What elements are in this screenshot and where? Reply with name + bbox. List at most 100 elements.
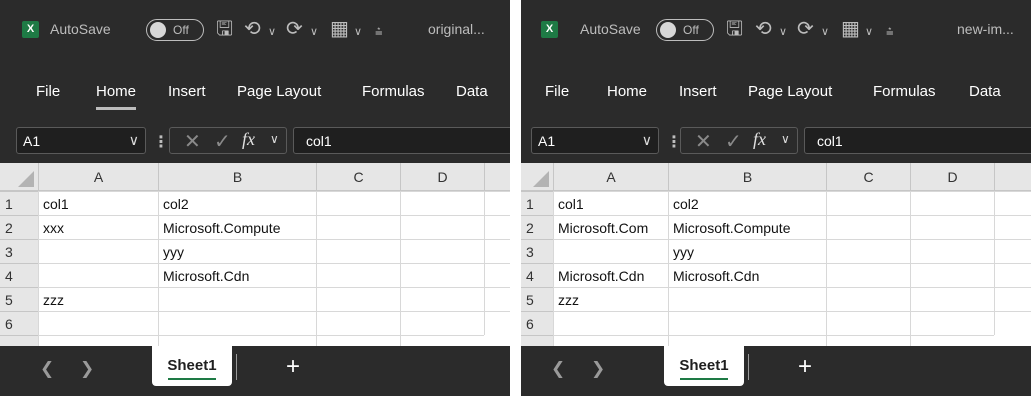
cell-d1[interactable] <box>400 191 484 215</box>
cell-a1[interactable]: col1 <box>553 191 668 215</box>
column-header-d[interactable]: D <box>910 163 994 191</box>
cell-b3[interactable]: yyy <box>158 239 316 263</box>
cell-d5[interactable] <box>400 287 484 311</box>
cell-d3[interactable] <box>910 239 994 263</box>
row-header-3[interactable]: 3 <box>0 239 38 263</box>
cell-a3[interactable] <box>553 239 668 263</box>
row-header-2[interactable]: 2 <box>0 215 38 239</box>
tab-home[interactable]: Home <box>607 83 647 100</box>
cell-c6[interactable] <box>826 311 910 335</box>
redo-icon[interactable]: ⟳ <box>797 17 814 41</box>
cell-d7[interactable] <box>910 335 994 346</box>
cell-d5[interactable] <box>910 287 994 311</box>
tab-data[interactable]: Data <box>969 83 1001 100</box>
chevron-down-icon[interactable]: ∨ <box>642 132 652 149</box>
row-header-1[interactable]: 1 <box>521 191 553 215</box>
row-header-6[interactable]: 6 <box>0 311 38 335</box>
cell-e3[interactable] <box>994 239 1031 263</box>
insert-function-icon[interactable]: fx <box>753 129 766 150</box>
cell-a4[interactable] <box>38 263 158 287</box>
tab-formulas[interactable]: Formulas <box>873 83 936 100</box>
cell-a4[interactable]: Microsoft.Cdn <box>553 263 668 287</box>
table-dropdown-icon[interactable]: ∨ <box>354 20 362 44</box>
insert-function-icon[interactable]: fx <box>242 129 255 150</box>
cell-c5[interactable] <box>826 287 910 311</box>
cell-b1[interactable]: col2 <box>668 191 826 215</box>
tab-page-layout[interactable]: Page Layout <box>237 83 321 100</box>
row-header-5[interactable]: 5 <box>0 287 38 311</box>
name-box[interactable]: A1 ∨ <box>16 127 146 154</box>
column-header-c[interactable]: C <box>316 163 400 191</box>
column-header-b[interactable]: B <box>668 163 826 191</box>
cell-c3[interactable] <box>316 239 400 263</box>
cell-e2[interactable] <box>484 215 510 239</box>
cell-c7[interactable] <box>826 335 910 346</box>
cell-b5[interactable] <box>158 287 316 311</box>
row-header-7[interactable] <box>0 335 38 346</box>
cell-d2[interactable] <box>910 215 994 239</box>
row-header-6[interactable]: 6 <box>521 311 553 335</box>
cell-c4[interactable] <box>826 263 910 287</box>
cell-c3[interactable] <box>826 239 910 263</box>
formula-input[interactable]: col1 <box>804 127 1031 154</box>
cell-b6[interactable] <box>158 311 316 335</box>
undo-dropdown-icon[interactable]: ∨ <box>779 20 787 44</box>
formula-input[interactable]: col1 <box>293 127 510 154</box>
sheet-tab-sheet1[interactable]: Sheet1 <box>152 346 232 386</box>
cell-d4[interactable] <box>910 263 994 287</box>
cell-c6[interactable] <box>316 311 400 335</box>
column-header-a[interactable]: A <box>38 163 158 191</box>
row-header-1[interactable]: 1 <box>0 191 38 215</box>
cell-b2[interactable]: Microsoft.Compute <box>158 215 316 239</box>
cell-a6[interactable] <box>553 311 668 335</box>
column-header-b[interactable]: B <box>158 163 316 191</box>
cell-a2[interactable]: Microsoft.Com <box>553 215 668 239</box>
cell-c7[interactable] <box>316 335 400 346</box>
cell-c2[interactable] <box>826 215 910 239</box>
add-sheet-icon[interactable]: + <box>286 353 300 381</box>
cell-e6[interactable] <box>484 311 510 335</box>
autosave-toggle[interactable]: Off <box>656 19 714 41</box>
cell-c4[interactable] <box>316 263 400 287</box>
cell-c2[interactable] <box>316 215 400 239</box>
cell-a5[interactable]: zzz <box>553 287 668 311</box>
enter-icon[interactable]: ✓ <box>214 129 231 154</box>
enter-icon[interactable]: ✓ <box>725 129 742 154</box>
undo-dropdown-icon[interactable]: ∨ <box>268 20 276 44</box>
cell-d2[interactable] <box>400 215 484 239</box>
chevron-right-icon[interactable]: ❯ <box>591 359 605 379</box>
tab-file[interactable]: File <box>545 83 569 100</box>
cell-b5[interactable] <box>668 287 826 311</box>
undo-icon[interactable]: ⟲ <box>755 17 772 41</box>
redo-dropdown-icon[interactable]: ∨ <box>821 20 829 44</box>
cell-e1[interactable] <box>484 191 510 215</box>
column-header-e[interactable] <box>484 163 510 191</box>
cell-e6[interactable] <box>994 311 1031 335</box>
cell-e2[interactable] <box>994 215 1031 239</box>
tab-formulas[interactable]: Formulas <box>362 83 425 100</box>
cell-a7[interactable] <box>553 335 668 346</box>
cell-a2[interactable]: xxx <box>38 215 158 239</box>
cell-e5[interactable] <box>994 287 1031 311</box>
save-icon[interactable]: 🖫 <box>216 17 233 41</box>
redo-icon[interactable]: ⟳ <box>286 17 303 41</box>
tab-page-layout[interactable]: Page Layout <box>748 83 832 100</box>
autosave-toggle[interactable]: Off <box>146 19 204 41</box>
chevron-left-icon[interactable]: ❮ <box>551 359 565 379</box>
cell-a5[interactable]: zzz <box>38 287 158 311</box>
cell-b7[interactable] <box>158 335 316 346</box>
cell-e5[interactable] <box>484 287 510 311</box>
chevron-left-icon[interactable]: ❮ <box>40 359 54 379</box>
row-header-7[interactable] <box>521 335 553 346</box>
chevron-down-icon[interactable]: ∨ <box>129 132 139 149</box>
cell-d4[interactable] <box>400 263 484 287</box>
redo-dropdown-icon[interactable]: ∨ <box>310 20 318 44</box>
cell-d7[interactable] <box>400 335 484 346</box>
cell-d1[interactable] <box>910 191 994 215</box>
cell-d6[interactable] <box>910 311 994 335</box>
cell-b3[interactable]: yyy <box>668 239 826 263</box>
add-sheet-icon[interactable]: + <box>798 353 812 381</box>
table-icon[interactable]: ▦ <box>330 17 349 41</box>
tab-home[interactable]: Home <box>96 83 137 110</box>
row-header-4[interactable]: 4 <box>0 263 38 287</box>
